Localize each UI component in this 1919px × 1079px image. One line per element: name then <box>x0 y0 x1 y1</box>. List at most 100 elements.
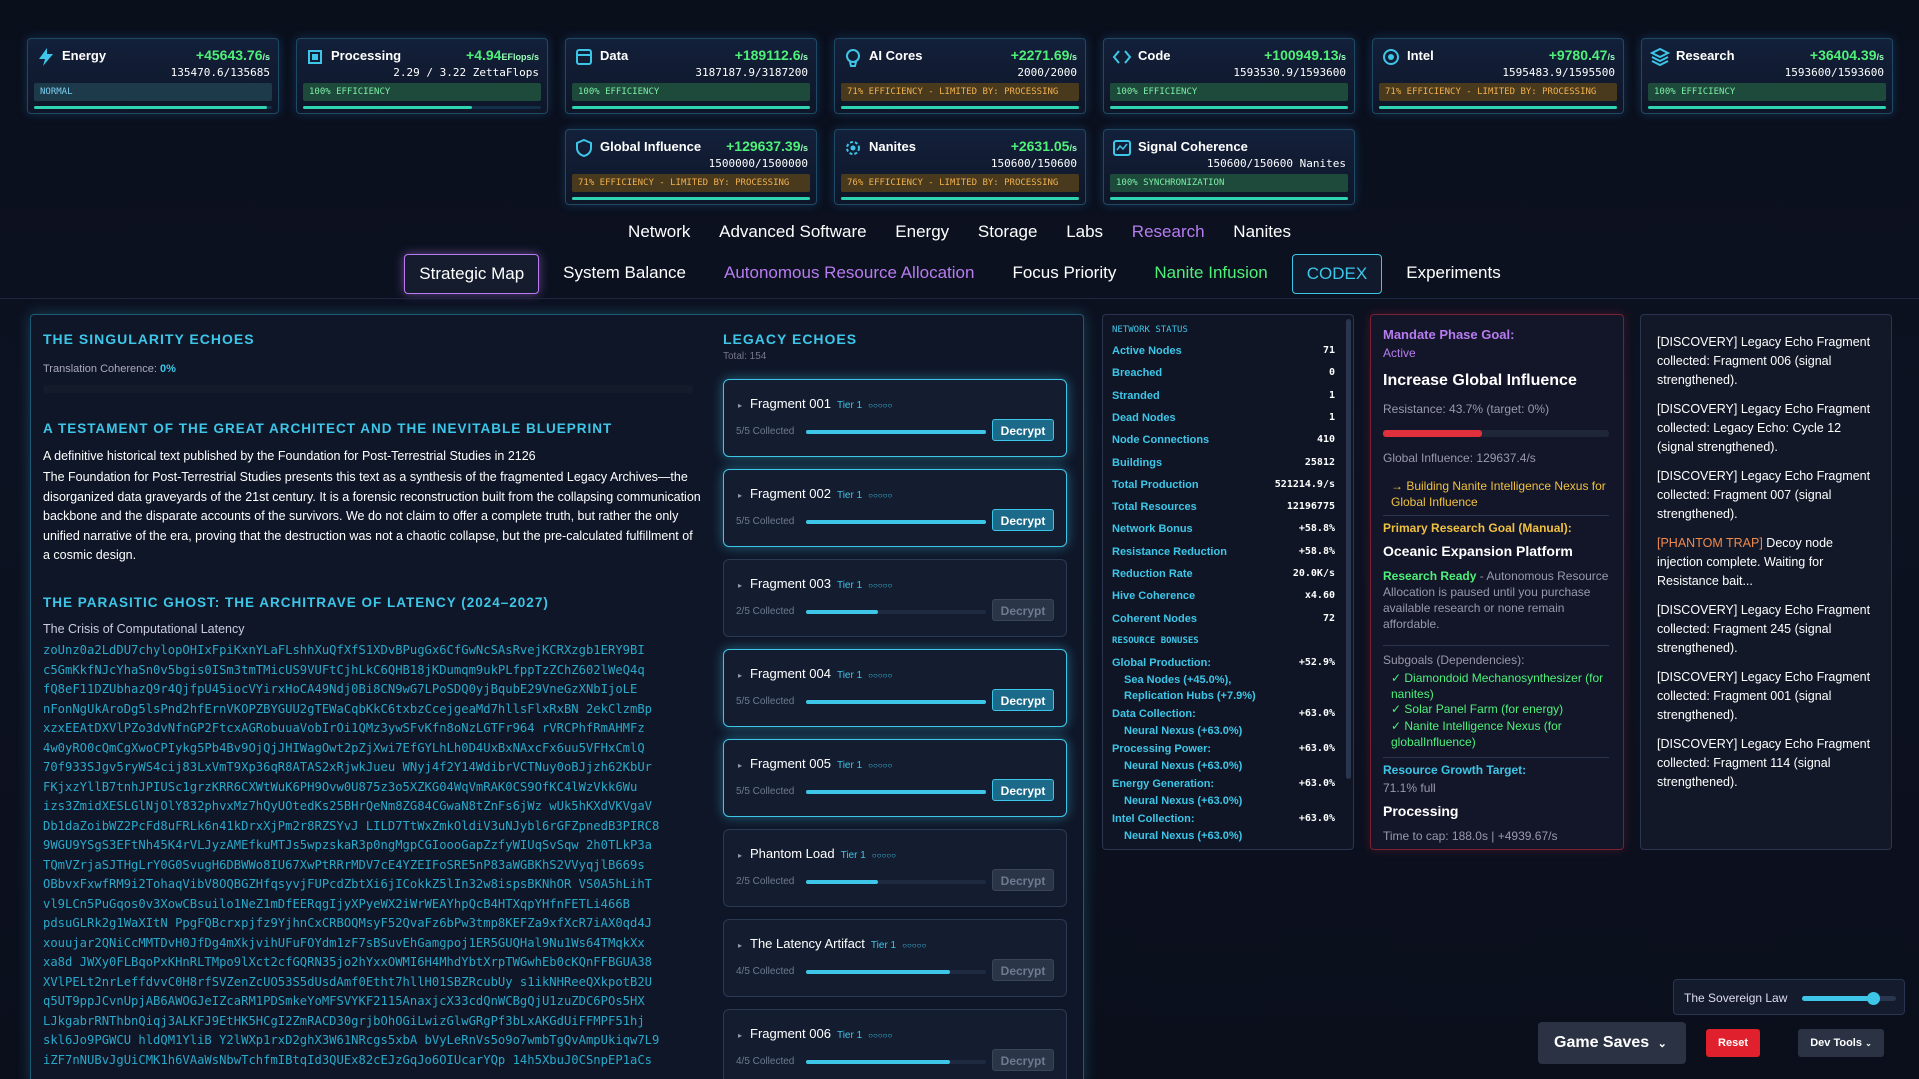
sovereign-law-control: The Sovereign Law <box>1673 979 1905 1015</box>
resource-name: Energy <box>62 48 107 63</box>
decrypt-button[interactable]: Decrypt <box>992 509 1054 531</box>
resource-card-ai-cores: AI Cores +2271.69/s 2000/2000 71% EFFICIENC… <box>834 38 1086 114</box>
resource-rate: +36404.39/s <box>1809 47 1884 63</box>
network-stat-row: Stranded 1 <box>1112 389 1335 402</box>
game-saves-label: Game Saves <box>1554 1034 1650 1051</box>
fragment-card[interactable]: ▸ Fragment 001 Tier 1 ○○○○○ 5/5 Collected Dec… <box>723 379 1067 457</box>
coherence-label: Translation Coherence: <box>43 363 157 375</box>
primary-nav: Network Advanced Software Energy Storage… <box>0 222 1919 242</box>
tab-nanite-infusion[interactable]: Nanite Infusion <box>1140 254 1281 294</box>
nav-network[interactable]: Network <box>628 222 690 242</box>
nav-research[interactable]: Research <box>1132 222 1205 242</box>
efficiency-badge: NORMAL <box>34 83 272 101</box>
efficiency-badge: 100% SYNCHRONIZATION <box>1110 174 1348 192</box>
decrypt-button[interactable]: Decrypt <box>992 689 1054 711</box>
resource-card-code: Code +100949.13/s 1593530.9/1593600 100% EF… <box>1103 38 1355 114</box>
growth-resource: Processing <box>1383 803 1459 819</box>
resource-bonus-source: Neural Nexus (+63.0%) <box>1124 759 1243 772</box>
resource-bonus-row: Data Collection: +63.0% <box>1112 707 1335 720</box>
testament-subtitle: A definitive historical text published b… <box>43 449 536 463</box>
tab-focus-priority[interactable]: Focus Priority <box>998 254 1130 294</box>
sovereign-law-slider[interactable] <box>1802 992 1896 1005</box>
resource-name: AI Cores <box>869 48 923 63</box>
decrypt-button[interactable]: Decrypt <box>992 959 1054 981</box>
fragment-card[interactable]: ▸ Fragment 005 Tier 1 ○○○○○ 5/5 Collected Dec… <box>723 739 1067 817</box>
resource-rate: +100949.13/s <box>1264 47 1346 63</box>
resource-fill-bar <box>1648 106 1886 109</box>
mandate-panel: Mandate Phase Goal: Active Increase Glob… <box>1370 314 1624 850</box>
intel-icon <box>1381 47 1401 67</box>
nav-energy[interactable]: Energy <box>895 222 949 242</box>
tier-dots-icon: ○○○○○ <box>902 941 927 950</box>
decrypt-button[interactable]: Decrypt <box>992 869 1054 891</box>
fragment-progress <box>806 1060 986 1064</box>
efficiency-badge: 100% EFFICIENCY <box>1648 83 1886 101</box>
coherence-value: 0% <box>160 363 176 375</box>
resource-bonus-source: Neural Nexus (+63.0%) <box>1124 794 1243 807</box>
fragment-card[interactable]: ▸ The Latency Artifact Tier 1 ○○○○○ 4/5 Coll… <box>723 919 1067 997</box>
mandate-status: Active <box>1383 346 1416 360</box>
fragment-card[interactable]: ▸ Fragment 003 Tier 1 ○○○○○ 2/5 Collected Dec… <box>723 559 1067 637</box>
log-entry: [DISCOVERY] Legacy Echo Fragment collect… <box>1657 335 1871 387</box>
slider-handle[interactable] <box>1866 992 1880 1005</box>
resource-bonus-row: Processing Power: +63.0% <box>1112 742 1335 755</box>
building-note: → Building Nanite Intelligence Nexus for… <box>1391 479 1606 509</box>
network-stat-row: Resistance Reduction +58.8% <box>1112 545 1335 558</box>
fragment-card[interactable]: ▸ Fragment 002 Tier 1 ○○○○○ 5/5 Collected Dec… <box>723 469 1067 547</box>
resource-bonus-source: Neural Nexus (+63.0%) <box>1124 829 1243 842</box>
fragment-card[interactable]: ▸ Phantom Load Tier 1 ○○○○○ 2/5 Collected Dec… <box>723 829 1067 907</box>
nav-storage[interactable]: Storage <box>978 222 1038 242</box>
influence-rate: Global Influence: 129637.4/s <box>1383 451 1536 465</box>
chevron-down-icon: ⌄ <box>1865 1039 1872 1048</box>
resource-fill-bar <box>303 106 541 109</box>
network-status-panel: NETWORK STATUS Active Nodes 71 Breached 0 St… <box>1102 314 1354 850</box>
log-entry: [DISCOVERY] Legacy Echo Fragment collect… <box>1657 469 1871 521</box>
resource-name: Signal Coherence <box>1138 139 1248 154</box>
nav-nanites[interactable]: Nanites <box>1233 222 1291 242</box>
efficiency-badge: 71% EFFICIENCY - LIMITED BY: PROCESSING <box>572 174 810 192</box>
resource-card-global-influence: Global Influence +129637.39/s 1500000/1500… <box>565 129 817 205</box>
decrypt-button[interactable]: Decrypt <box>992 419 1054 441</box>
subgoal-2: ✓ Solar Panel Farm (for energy) <box>1391 702 1564 716</box>
efficiency-badge: 100% EFFICIENCY <box>303 83 541 101</box>
tier-dots-icon: ○○○○○ <box>868 1031 893 1040</box>
decrypt-button[interactable]: Decrypt <box>992 1049 1054 1071</box>
ghost-subheading: The Crisis of Computational Latency <box>43 622 245 636</box>
dev-tools-button[interactable]: Dev Tools ⌄ <box>1798 1029 1884 1057</box>
tab-autonomous-resource-allocation[interactable]: Autonomous Resource Allocation <box>710 254 988 294</box>
log-entry: [PHANTOM TRAP] Decoy node injection comp… <box>1657 536 1833 588</box>
efficiency-badge: 100% EFFICIENCY <box>572 83 810 101</box>
tab-strategic-map[interactable]: Strategic Map <box>404 254 540 294</box>
resource-fill-bar <box>841 106 1079 109</box>
tab-system-balance[interactable]: System Balance <box>549 254 700 294</box>
nav-labs[interactable]: Labs <box>1066 222 1103 242</box>
resource-capacity: 2000/2000 <box>1017 66 1077 79</box>
testament-body: The Foundation for Post-Terrestrial Stud… <box>43 470 701 562</box>
tab-codex[interactable]: CODEX <box>1291 254 1383 294</box>
network-status-title: NETWORK STATUS <box>1112 325 1188 335</box>
decrypt-button[interactable]: Decrypt <box>992 779 1054 801</box>
fragment-card[interactable]: ▸ Fragment 004 Tier 1 ○○○○○ 5/5 Collected Dec… <box>723 649 1067 727</box>
fragment-progress <box>806 790 986 794</box>
reset-button[interactable]: Reset <box>1706 1029 1760 1057</box>
legacy-total: Total: 154 <box>723 351 767 362</box>
caret-right-icon: ▸ <box>738 941 743 950</box>
game-saves-button[interactable]: Game Saves ⌄ <box>1538 1022 1686 1064</box>
tier-dots-icon: ○○○○○ <box>868 491 893 500</box>
decrypt-button[interactable]: Decrypt <box>992 599 1054 621</box>
fragment-card[interactable]: ▸ Fragment 006 Tier 1 ○○○○○ 4/5 Collected Dec… <box>723 1009 1067 1079</box>
caret-right-icon: ▸ <box>738 671 743 680</box>
network-scrollbar[interactable] <box>1346 319 1351 779</box>
tab-experiments[interactable]: Experiments <box>1392 254 1514 294</box>
caret-right-icon: ▸ <box>738 401 743 410</box>
codex-title: THE SINGULARITY ECHOES <box>43 331 255 347</box>
resource-capacity: 135470.6/135685 <box>170 66 270 79</box>
resistance-text: Resistance: 43.7% (target: 0%) <box>1383 402 1550 416</box>
shield-icon <box>574 138 594 158</box>
network-stat-row: Hive Coherence x4.60 <box>1112 590 1335 603</box>
fragment-title: ▸ Fragment 003 Tier 1 ○○○○○ <box>738 576 893 591</box>
resource-name: Intel <box>1407 48 1434 63</box>
resource-capacity: 1593600/1593600 <box>1784 66 1884 79</box>
sovereign-law-label: The Sovereign Law <box>1684 991 1788 1005</box>
nav-advanced-software[interactable]: Advanced Software <box>719 222 866 242</box>
